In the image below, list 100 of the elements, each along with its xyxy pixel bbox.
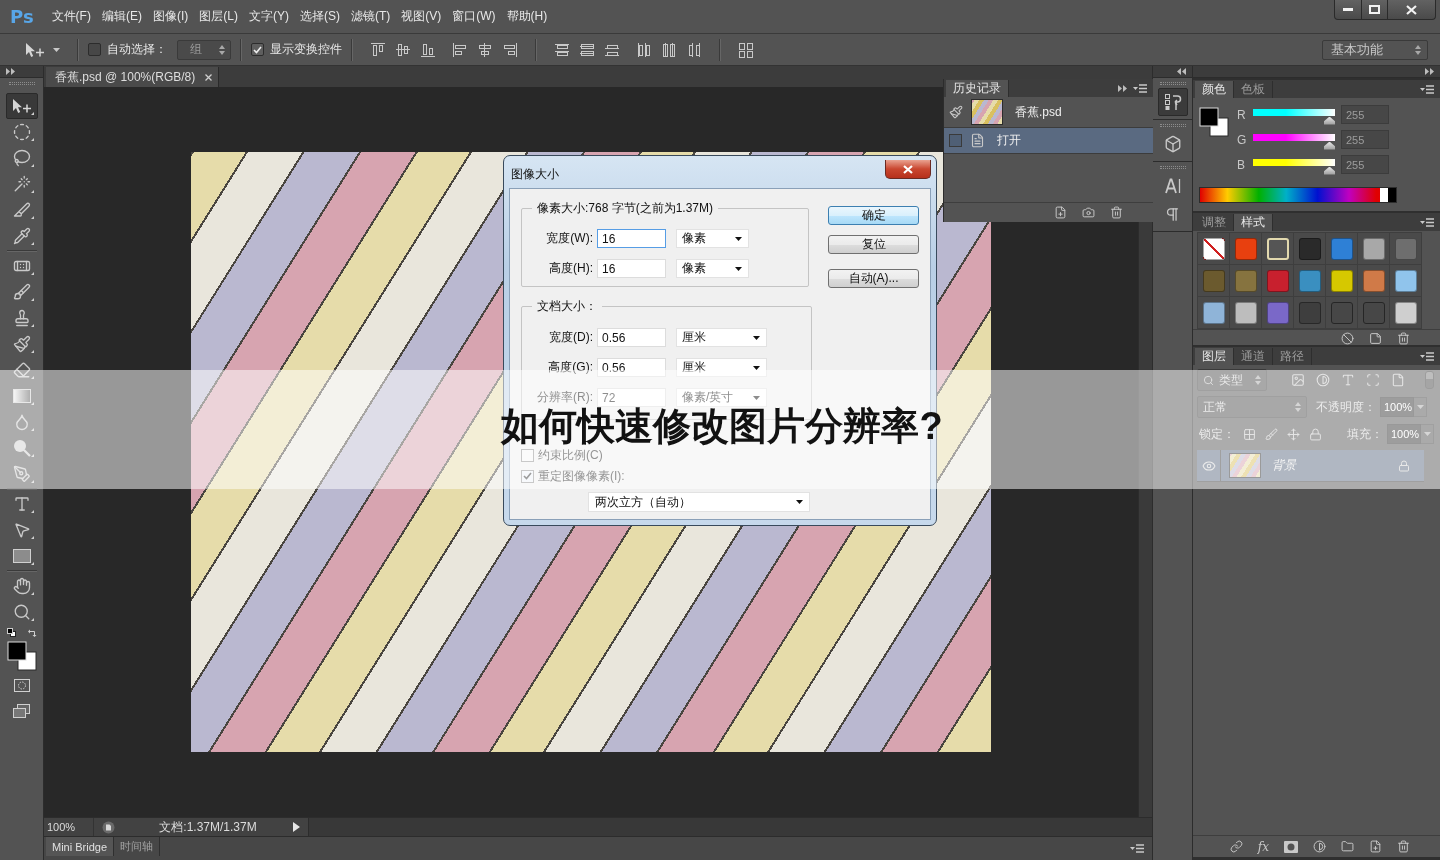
unit-dropdown[interactable]: 像素/英寸 [676, 388, 767, 407]
panel-menu-icon[interactable] [1420, 217, 1434, 227]
document-tab[interactable]: 香蕉.psd @ 100%(RGB/8) [46, 67, 220, 87]
checkbox[interactable] [521, 448, 534, 462]
minimize-button[interactable] [1334, 0, 1362, 20]
move-tool-preset-icon[interactable] [25, 41, 45, 58]
distribute-right-icon[interactable] [686, 41, 702, 58]
dialog-button[interactable]: 确定 [828, 206, 919, 225]
panel-menu-icon[interactable] [1420, 84, 1434, 94]
unit-dropdown[interactable]: 像素 [676, 259, 749, 278]
menu-item[interactable]: 编辑(E) [101, 6, 142, 27]
menu-item[interactable]: 视图(V) [401, 6, 442, 27]
panel-tab[interactable]: 路径 [1273, 348, 1312, 365]
filter-toggle[interactable] [1425, 371, 1434, 389]
panel-menu-icon[interactable] [1130, 844, 1144, 853]
align-top-icon[interactable] [370, 41, 386, 58]
unit-dropdown[interactable]: 厘米 [676, 328, 767, 347]
dialog-button[interactable]: 自动(A)... [828, 269, 919, 288]
panel-tab[interactable]: 通道 [1234, 348, 1273, 365]
new-layer-icon[interactable] [1369, 840, 1382, 853]
distribute-center-icon[interactable] [661, 41, 677, 58]
input-field[interactable]: 16 [597, 259, 666, 278]
menu-item[interactable]: 窗口(W) [452, 6, 496, 27]
circle-icon[interactable] [102, 820, 115, 834]
input-field[interactable]: 16 [597, 229, 666, 248]
align-center-icon[interactable] [477, 41, 493, 58]
trash-icon[interactable] [1397, 332, 1410, 345]
expand-icon[interactable] [6, 68, 15, 75]
no-style-icon[interactable] [1341, 332, 1354, 345]
menu-item[interactable]: 滤镜(T) [350, 6, 391, 27]
collapse-icon[interactable] [1177, 68, 1186, 75]
align-right-icon[interactable] [502, 41, 518, 58]
close-button[interactable] [1388, 0, 1436, 20]
checkbox[interactable] [251, 43, 264, 56]
panel-tab[interactable]: 色板 [1234, 81, 1273, 98]
horizontal-scrollbar[interactable] [308, 818, 1152, 836]
distribute-top-icon[interactable] [554, 41, 570, 58]
resample-dropdown[interactable]: 两次立方（自动） [588, 492, 810, 512]
input-field[interactable]: 0.56 [597, 358, 666, 377]
screen-mode-icon[interactable] [13, 704, 30, 718]
trash-icon[interactable] [1397, 840, 1410, 853]
value-field[interactable]: 255 [1341, 105, 1389, 124]
source-checkbox[interactable] [949, 134, 962, 147]
style-swatch[interactable] [1362, 301, 1385, 324]
maximize-button[interactable] [1362, 0, 1388, 20]
camera-icon[interactable] [1082, 206, 1095, 219]
input-field[interactable]: 0.56 [597, 328, 666, 347]
panel-tab[interactable]: 颜色 [1195, 81, 1234, 98]
panel-tab[interactable]: 图层 [1195, 348, 1234, 365]
slider-thumb[interactable] [1324, 166, 1335, 175]
align-bottom-icon[interactable] [420, 41, 436, 58]
unit-dropdown[interactable]: 厘米 [676, 358, 767, 377]
style-swatch[interactable] [1330, 301, 1353, 324]
move-tool-button[interactable] [5, 93, 38, 119]
trash-icon[interactable] [1110, 206, 1123, 219]
folder-icon[interactable] [1341, 840, 1354, 853]
align-middle-icon[interactable] [395, 41, 411, 58]
distribute-middle-icon[interactable] [579, 41, 595, 58]
default-colors-icon[interactable] [6, 628, 16, 637]
slider-thumb[interactable] [1324, 116, 1335, 125]
adjustment-icon[interactable] [1313, 840, 1326, 853]
color-swatch-icon[interactable] [6, 641, 37, 671]
new-style-icon[interactable] [1369, 332, 1382, 345]
color-swatch-icon[interactable] [1199, 107, 1229, 137]
color-spectrum[interactable] [1199, 187, 1397, 203]
menu-item[interactable]: 帮助(H) [506, 6, 548, 27]
menu-item[interactable]: 图像(I) [152, 6, 189, 27]
menu-item[interactable]: 图层(L) [199, 6, 238, 27]
value-field[interactable]: 255 [1341, 155, 1389, 174]
menu-item[interactable]: 选择(S) [299, 6, 340, 27]
swap-arrows-icon[interactable] [27, 628, 37, 637]
new-document-icon[interactable] [1054, 206, 1067, 219]
auto-align-icon[interactable] [738, 41, 754, 58]
panel-menu-icon[interactable] [1420, 351, 1434, 361]
close-icon[interactable] [205, 73, 213, 81]
align-left-icon[interactable] [452, 41, 468, 58]
close-button[interactable] [885, 160, 931, 179]
caret-right-icon[interactable] [293, 822, 300, 832]
panel-tab[interactable]: 历史记录 [946, 80, 1009, 97]
menu-item[interactable]: 文件(F) [51, 6, 91, 27]
layer-style-button[interactable]: fx [1257, 839, 1269, 854]
unit-dropdown[interactable]: 像素 [676, 229, 749, 248]
link-icon[interactable] [1229, 840, 1243, 853]
history-panel-button[interactable] [1157, 88, 1188, 116]
panel-tab[interactable]: 样式 [1234, 214, 1273, 231]
panel-tab[interactable]: Mini Bridge [46, 837, 115, 856]
dialog-button[interactable]: 复位 [828, 235, 919, 254]
checkbox[interactable] [88, 43, 101, 56]
history-step[interactable]: 打开 [944, 128, 1153, 154]
value-field[interactable]: 255 [1341, 130, 1389, 149]
menu-item[interactable]: 文字(Y) [248, 6, 289, 27]
mask-icon[interactable] [1284, 840, 1298, 853]
expand-icon[interactable] [1425, 68, 1434, 75]
quick-mask-icon[interactable] [13, 679, 30, 692]
expand-icon[interactable] [1118, 84, 1127, 92]
workspace-dropdown[interactable]: 基本功能 [1322, 39, 1428, 60]
distribute-left-icon[interactable] [636, 41, 652, 58]
panel-tab[interactable]: 时间轴 [114, 837, 161, 856]
panel-menu-icon[interactable] [1133, 83, 1147, 93]
slider-thumb[interactable] [1324, 141, 1335, 150]
